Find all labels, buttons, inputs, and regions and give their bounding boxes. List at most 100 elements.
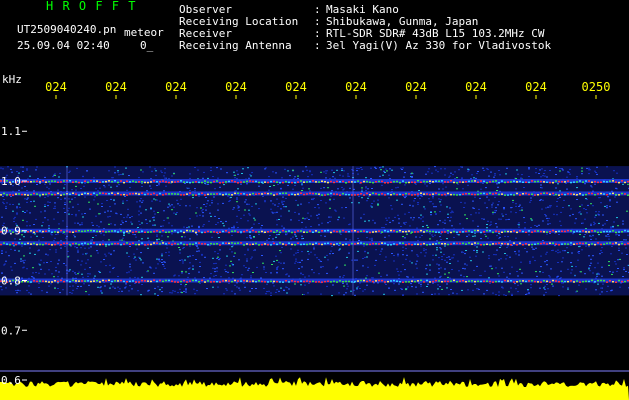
carrier-line-pixel xyxy=(135,243,137,246)
carrier-line-pixel xyxy=(567,229,569,232)
noise-speckle xyxy=(547,288,549,290)
noise-speckle xyxy=(58,259,60,261)
noise-speckle xyxy=(425,252,427,254)
noise-speckle xyxy=(274,212,276,214)
noise-speckle xyxy=(288,275,290,277)
carrier-line-pixel xyxy=(417,193,419,195)
noise-speckle xyxy=(515,203,517,205)
carrier-line-pixel xyxy=(21,242,23,245)
noise-speckle xyxy=(284,168,286,170)
noise-speckle xyxy=(402,167,404,169)
noise-speckle xyxy=(310,251,312,253)
carrier-line-pixel xyxy=(390,181,392,183)
noise-speckle xyxy=(126,216,128,218)
noise-speckle xyxy=(200,207,202,209)
carrier-line-pixel xyxy=(318,243,320,245)
noise-speckle xyxy=(194,190,196,192)
noise-speckle xyxy=(535,172,537,174)
noise-speckle xyxy=(290,219,292,221)
carrier-line-pixel xyxy=(435,231,437,233)
carrier-line-pixel xyxy=(588,280,590,283)
noise-speckle xyxy=(202,225,204,227)
noise-speckle xyxy=(46,291,48,293)
noise-speckle xyxy=(445,186,447,188)
carrier-line-pixel xyxy=(156,280,158,283)
noise-speckle xyxy=(495,267,497,269)
noise-speckle xyxy=(530,284,532,286)
carrier-line-pixel xyxy=(399,281,401,283)
noise-speckle xyxy=(94,275,96,277)
carrier-line-pixel xyxy=(561,180,563,183)
carrier-line-pixel xyxy=(354,194,356,196)
carrier-line-pixel xyxy=(579,180,581,182)
carrier-line-pixel xyxy=(333,280,335,283)
noise-speckle xyxy=(100,221,102,223)
carrier-line-pixel xyxy=(459,231,461,233)
noise-speckle xyxy=(449,258,451,260)
carrier-line-pixel xyxy=(42,193,44,196)
noise-speckle xyxy=(251,205,253,207)
carrier-line-pixel xyxy=(411,244,413,246)
noise-speckle xyxy=(385,217,387,219)
noise-speckle xyxy=(323,187,325,189)
noise-speckle xyxy=(434,293,436,295)
noise-speckle xyxy=(217,286,219,288)
noise-speckle xyxy=(57,276,59,278)
noise-speckle xyxy=(544,288,546,290)
carrier-line-pixel xyxy=(411,181,413,183)
noise-speckle xyxy=(231,227,233,229)
noise-speckle xyxy=(272,238,274,240)
noise-speckle xyxy=(577,259,579,261)
noise-speckle xyxy=(5,287,7,289)
noise-speckle xyxy=(214,268,216,270)
noise-speckle xyxy=(491,268,493,270)
noise-speckle xyxy=(567,268,569,270)
noise-speckle xyxy=(260,277,262,279)
noise-speckle xyxy=(489,282,491,284)
noise-speckle xyxy=(598,214,600,216)
carrier-line-pixel xyxy=(600,231,602,233)
noise-speckle xyxy=(217,222,219,224)
noise-speckle xyxy=(7,166,9,168)
noise-speckle xyxy=(121,220,123,222)
noise-speckle xyxy=(260,227,262,229)
noise-speckle xyxy=(276,224,278,226)
carrier-line-pixel xyxy=(522,193,524,195)
carrier-line-pixel xyxy=(111,192,113,194)
noise-speckle xyxy=(97,252,99,254)
noise-speckle xyxy=(295,260,297,262)
noise-speckle xyxy=(156,258,158,260)
noise-speckle xyxy=(563,199,565,201)
noise-speckle xyxy=(466,264,468,266)
carrier-line-pixel xyxy=(297,181,299,183)
noise-speckle xyxy=(438,264,440,266)
carrier-line-pixel xyxy=(306,243,308,246)
noise-speckle xyxy=(430,201,432,203)
carrier-line-pixel xyxy=(603,243,605,245)
noise-speckle xyxy=(150,187,152,189)
carrier-line-pixel xyxy=(495,243,497,245)
carrier-line-pixel xyxy=(108,279,110,281)
noise-speckle xyxy=(45,253,47,255)
carrier-line-pixel xyxy=(285,280,287,282)
noise-speckle xyxy=(318,273,320,275)
carrier-line-pixel xyxy=(579,193,581,195)
carrier-line-pixel xyxy=(489,230,491,232)
noise-speckle xyxy=(88,201,90,203)
noise-speckle xyxy=(34,253,36,255)
carrier-line-pixel xyxy=(381,193,383,195)
noise-speckle xyxy=(40,268,42,270)
noise-speckle xyxy=(476,251,478,253)
noise-speckle xyxy=(171,225,173,227)
noise-speckle xyxy=(76,288,78,290)
noise-speckle xyxy=(366,284,368,286)
carrier-line-pixel xyxy=(363,279,365,282)
noise-speckle xyxy=(329,198,331,200)
noise-speckle xyxy=(22,260,24,262)
carrier-line-pixel xyxy=(447,230,449,232)
carrier-line-pixel xyxy=(168,193,170,195)
noise-speckle xyxy=(194,293,196,295)
noise-speckle xyxy=(449,277,451,279)
noise-speckle xyxy=(110,198,112,200)
noise-speckle xyxy=(85,262,87,264)
